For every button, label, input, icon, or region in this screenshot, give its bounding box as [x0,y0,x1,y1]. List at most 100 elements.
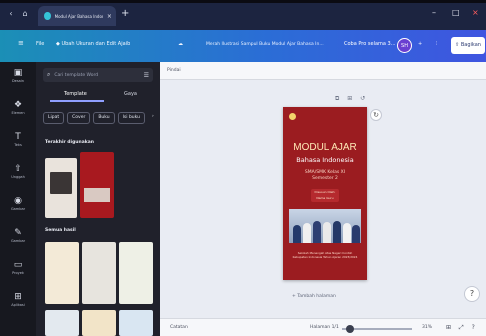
minimize-button[interactable]: – [432,8,436,17]
home-icon[interactable]: ⌂ [20,9,30,19]
cover-author: Disusun Oleh: Nama Guru [311,189,339,202]
chip-isi-buku[interactable]: Isi buku [117,112,145,124]
elements-icon: ❖ [13,100,23,110]
page-label[interactable]: Pindai [167,68,181,73]
rail-item-photos[interactable]: ◉ Gambar [0,196,36,211]
section-recent-title: Terakhir digunakan [45,140,94,145]
help-button[interactable]: ? [464,286,480,302]
rail-item-uploads[interactable]: ⇧ Unggah [0,164,36,179]
template-search-input[interactable]: ⌕ Cari template Word ☰ [43,68,153,82]
search-icon: ⌕ [47,71,51,78]
cover-title: MODUL AJAR [293,142,357,153]
template-thumbnail[interactable] [45,310,79,336]
chip-cover[interactable]: Cover [67,112,91,124]
left-rail: ▣ Desain ❖ Elemen T Teks ⇧ Unggah ◉ Gambar ✎ G… [0,62,36,336]
magic-resize-button[interactable]: ◆ Ubah Ukuran dan Edit Ajaib [56,41,130,47]
cover-footer: Sekolah Menengah Atas Negeri Contoh Kabu… [292,251,358,259]
refresh-icon[interactable]: ↻ [370,109,382,121]
menu-icon[interactable]: ≡ [18,39,24,47]
cover-semester: Semester 2 [312,176,338,181]
rail-label: Unggah [11,175,25,179]
share-label: Bagikan [460,42,481,48]
rail-item-elements[interactable]: ❖ Elemen [0,100,36,115]
rail-item-apps[interactable]: ⊞ Aplikasi [0,292,36,307]
canvas-workspace: Pindai ⧉ ⊞ ↺ MODUL AJAR Bahasa Indonesia… [160,62,486,336]
add-collaborator-icon[interactable]: + [418,41,422,47]
template-thumbnail[interactable] [80,152,114,218]
cover-grade-text: SMA/SMK Kelas XI [304,170,346,175]
template-thumbnail[interactable] [119,310,153,336]
filter-chips: Lipat Cover Buku Isi buku › [43,112,155,126]
person-figure [333,221,341,243]
canvas-toolbar: Pindai [160,62,486,80]
person-figure [323,222,331,243]
screen-bezel [0,0,486,3]
document-title[interactable]: Merah Ilustrasi Sampul Buku Modul Ajar B… [206,42,324,47]
design-icon: ▣ [13,68,23,78]
template-thumbnail[interactable] [82,310,116,336]
rail-label: Gambar [10,207,26,211]
person-figure [343,223,351,243]
share-button[interactable]: ⇪ Bagikan [451,37,485,54]
draw-icon: ✎ [14,228,22,238]
template-thumbnail[interactable] [45,242,79,304]
thumbnail-photo [84,188,110,202]
template-thumbnail[interactable] [45,158,77,218]
apps-icon: ⊞ [14,292,22,302]
back-icon[interactable]: ‹ [6,9,16,19]
rail-item-draw[interactable]: ✎ Gambar [0,228,36,243]
rail-label: Desain [11,79,24,83]
analytics-icon[interactable]: ⫶ [436,41,437,47]
add-page-button[interactable]: + Tambah halaman [292,294,336,299]
try-pro-button[interactable]: Coba Pro selama 3... [344,41,396,47]
text-icon: T [15,132,21,142]
view-controls[interactable]: ⊞ ⤢ ? [446,324,478,332]
browser-tab-title: Modul Ajar Bahasa Indonesia [54,13,103,19]
page-indicator[interactable]: Halaman 1/1 [310,325,339,330]
design-page[interactable]: MODUL AJAR Bahasa Indonesia SMA/SMK Kela… [283,107,367,280]
templates-panel: ⌕ Cari template Word ☰ Template Gaya Lip… [36,62,160,336]
page-tools[interactable]: ⧉ ⊞ ↺ [335,95,368,103]
upload-icon: ⇧ [14,164,22,174]
filter-icon[interactable]: ☰ [144,72,149,79]
zoom-slider-handle[interactable] [346,325,354,333]
section-all-title: Semua hasil [45,228,76,233]
file-menu[interactable]: File [36,41,44,47]
cover-grade: SMA/SMK Kelas XI Semester 2 [283,170,367,182]
projects-icon: ▭ [13,260,23,270]
tab-templates[interactable]: Template [64,91,87,97]
new-tab-button[interactable]: + [121,8,129,19]
template-thumbnail[interactable] [119,242,153,304]
rail-item-projects[interactable]: ▭ Proyek [0,260,36,275]
close-window-button[interactable]: × [472,8,479,17]
rail-item-design[interactable]: ▣ Desain [0,68,36,83]
person-figure [313,221,321,243]
tab-styles[interactable]: Gaya [124,91,137,97]
rail-label: Elemen [11,111,25,115]
rail-item-text[interactable]: T Teks [0,132,36,147]
avatar[interactable]: SH [397,38,412,53]
zoom-level[interactable]: 31% [422,325,432,330]
cover-photo [289,209,361,243]
canva-favicon-icon [44,12,51,20]
browser-chrome: ‹ ⌂ Modul Ajar Bahasa Indonesia × + – □ … [0,0,486,30]
person-figure [303,223,311,243]
chip-buku[interactable]: Buku [93,112,115,124]
chevron-right-icon[interactable]: › [148,112,158,124]
rail-label: Proyek [12,271,24,275]
person-figure [293,225,301,243]
chip-lipat[interactable]: Lipat [43,112,65,124]
cover-subtitle: Bahasa Indonesia [296,156,354,164]
editor-topbar: ≡ File ◆ Ubah Ukuran dan Edit Ajaib ☁ Me… [0,30,486,62]
magic-resize-label: Ubah Ukuran dan Edit Ajaib [61,41,131,47]
photos-icon: ◉ [14,196,22,206]
browser-tab[interactable]: Modul Ajar Bahasa Indonesia × [38,6,116,26]
school-logo-icon [289,113,296,120]
person-figure [352,225,360,243]
template-thumbnail[interactable] [82,242,116,304]
thumbnail-graphic [50,172,72,194]
close-tab-icon[interactable]: × [107,13,111,20]
maximize-button[interactable]: □ [452,8,460,17]
cloud-icon: ☁ [178,41,183,47]
notes-button[interactable]: Catatan [170,325,188,330]
